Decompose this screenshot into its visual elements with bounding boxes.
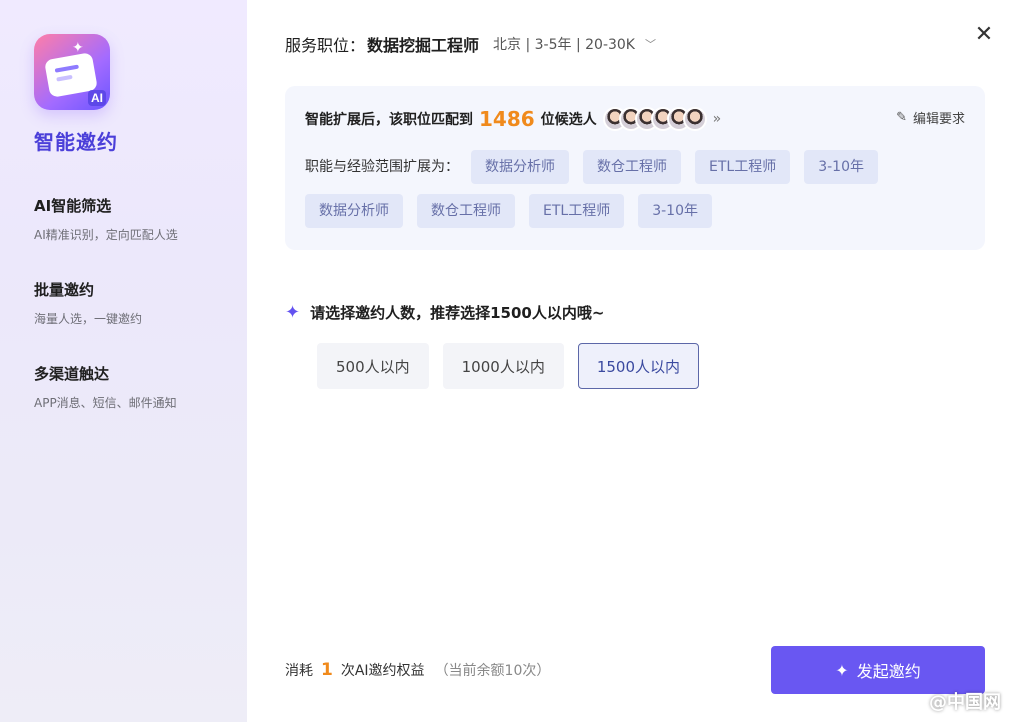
chevron-down-icon[interactable]: ﹀ bbox=[645, 36, 656, 52]
remaining-balance: （当前余额10次） bbox=[434, 663, 551, 679]
job-meta: 北京 | 3-5年 | 20-30K bbox=[493, 37, 635, 53]
brand-title: 智能邀约 bbox=[34, 130, 118, 154]
range-row-1: 职能与经验范围扩展为： 数据分析师 数仓工程师 ETL工程师 3-10年 bbox=[305, 150, 965, 184]
launch-invite-button[interactable]: ✦ 发起邀约 bbox=[771, 646, 985, 694]
option-1000[interactable]: 1000人以内 bbox=[442, 343, 564, 389]
consume-info: 消耗 1 次AI邀约权益 （当前余额10次） bbox=[285, 660, 550, 680]
logo-ai-badge: AI bbox=[88, 90, 106, 106]
invite-count-section: ✦ 请选择邀约人数，推荐选择1500人以内哦~ 500人以内 1000人以内 1… bbox=[285, 302, 713, 389]
range-tag: 数仓工程师 bbox=[417, 194, 515, 228]
range-tag: 数据分析师 bbox=[305, 194, 403, 228]
range-tag: 3-10年 bbox=[804, 150, 878, 184]
sparkle-icon: ✦ bbox=[835, 660, 849, 680]
feature-desc: 海量人选，一键邀约 bbox=[34, 312, 143, 326]
candidate-avatars[interactable] bbox=[602, 107, 707, 131]
watermark: @中国网 bbox=[929, 692, 1001, 713]
service-job-label: 服务职位： bbox=[285, 36, 366, 55]
range-row-2: 数据分析师 数仓工程师 ETL工程师 3-10年 bbox=[305, 194, 965, 228]
edit-requirements-button[interactable]: ✎ 编辑要求 bbox=[896, 108, 965, 127]
feature-title: 多渠道触达 bbox=[34, 365, 110, 383]
match-summary: 智能扩展后，该职位匹配到 1486 位候选人 » bbox=[305, 104, 965, 134]
candidate-count: 1486 bbox=[479, 107, 535, 131]
consume-count: 1 bbox=[321, 660, 333, 680]
launch-invite-label: 发起邀约 bbox=[856, 662, 921, 681]
close-icon[interactable]: ✕ bbox=[973, 24, 995, 46]
range-tag: ETL工程师 bbox=[695, 150, 791, 184]
sidebar: ✦ AI 智能邀约 AI智能筛选 AI精准识别，定向匹配人选 批量邀约 海量人选… bbox=[0, 0, 247, 722]
edit-requirements-label: 编辑要求 bbox=[912, 112, 965, 127]
job-selector[interactable]: 服务职位： 数据挖掘工程师 北京 | 3-5年 | 20-30K ﹀ bbox=[285, 32, 656, 56]
range-tag: 3-10年 bbox=[638, 194, 712, 228]
consume-suffix: 次AI邀约权益 bbox=[340, 663, 425, 679]
range-label: 职能与经验范围扩展为： bbox=[305, 159, 459, 175]
range-tag: 数据分析师 bbox=[471, 150, 569, 184]
main-panel: 服务职位： 数据挖掘工程师 北京 | 3-5年 | 20-30K ﹀ ✕ 智能扩… bbox=[247, 0, 1019, 722]
smart-invite-logo: ✦ AI bbox=[34, 34, 110, 110]
invite-count-prompt: 请选择邀约人数，推荐选择1500人以内哦~ bbox=[310, 304, 605, 322]
range-tag: 数仓工程师 bbox=[583, 150, 681, 184]
option-500[interactable]: 500人以内 bbox=[317, 343, 429, 389]
double-chevron-right-icon[interactable]: » bbox=[713, 111, 722, 127]
feature-batch-invite: 批量邀约 海量人选，一键邀约 bbox=[34, 279, 247, 327]
match-prefix: 智能扩展后，该职位匹配到 bbox=[305, 112, 473, 128]
invite-count-title: ✦ 请选择邀约人数，推荐选择1500人以内哦~ bbox=[285, 302, 713, 323]
match-suffix: 位候选人 bbox=[540, 112, 597, 128]
edit-icon: ✎ bbox=[896, 110, 907, 125]
avatar bbox=[682, 107, 707, 131]
feature-title: 批量邀约 bbox=[34, 281, 95, 299]
job-title: 数据挖掘工程师 bbox=[367, 36, 480, 55]
feature-multi-channel: 多渠道触达 APP消息、短信、邮件通知 bbox=[34, 363, 247, 411]
option-1500[interactable]: 1500人以内 bbox=[577, 343, 700, 389]
feature-desc: APP消息、短信、邮件通知 bbox=[34, 396, 177, 410]
consume-prefix: 消耗 bbox=[285, 663, 313, 679]
range-tag: ETL工程师 bbox=[529, 194, 625, 228]
feature-ai-screening: AI智能筛选 AI精准识别，定向匹配人选 bbox=[34, 195, 247, 243]
feature-desc: AI精准识别，定向匹配人选 bbox=[34, 228, 178, 242]
invite-count-options: 500人以内 1000人以内 1500人以内 bbox=[317, 343, 713, 389]
smart-expand-panel: 智能扩展后，该职位匹配到 1486 位候选人 » ✎ 编辑要求 职能与经验范围扩… bbox=[285, 86, 985, 250]
invite-dialog: ✦ AI 智能邀约 AI智能筛选 AI精准识别，定向匹配人选 批量邀约 海量人选… bbox=[0, 0, 1019, 722]
sparkle-icon: ✦ bbox=[72, 40, 84, 56]
sparkle-icon: ✦ bbox=[285, 302, 301, 323]
feature-title: AI智能筛选 bbox=[34, 197, 112, 215]
